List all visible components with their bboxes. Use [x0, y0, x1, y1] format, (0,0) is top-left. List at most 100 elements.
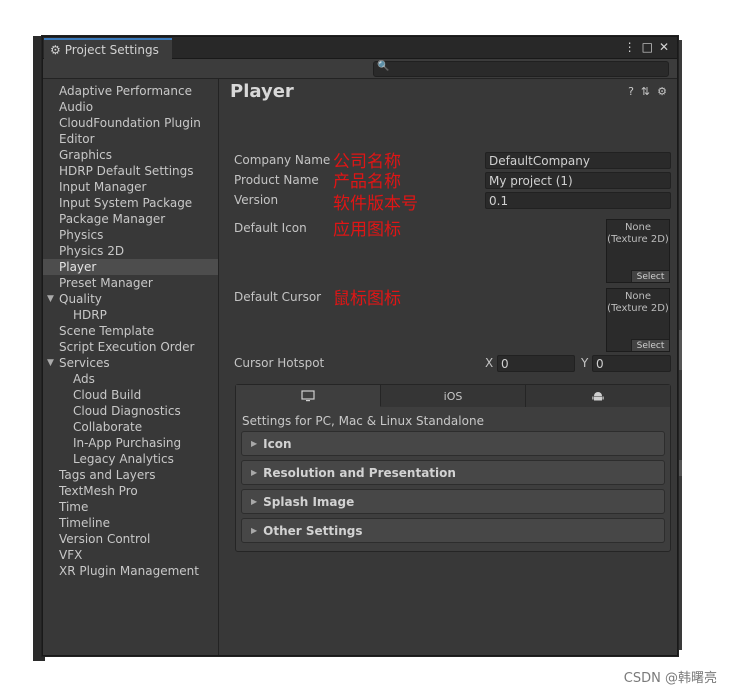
foldout-splash-section[interactable]: ▶ Splash Image — [241, 489, 665, 514]
settings-sidebar: Adaptive Performance Audio CloudFoundation… — [43, 79, 219, 655]
settings-search[interactable]: 🔍 — [373, 61, 669, 77]
sidebar-item-ads[interactable]: Ads — [43, 371, 218, 387]
sidebar-item-xr-plugin-management[interactable]: XR Plugin Management — [43, 563, 218, 579]
page-title: Player — [230, 81, 294, 102]
sidebar-item-label: Legacy Analytics — [73, 452, 174, 466]
version-annotation: 软件版本号 — [333, 194, 418, 214]
sidebar-item-preset-manager[interactable]: Preset Manager — [43, 275, 218, 291]
sidebar-item-physics-2d[interactable]: Physics 2D — [43, 243, 218, 259]
sidebar-item-cloudfoundation-plugin[interactable]: CloudFoundation Plugin — [43, 115, 218, 131]
hotspot-y-field[interactable] — [592, 355, 671, 372]
sidebar-item-label: Collaborate — [73, 420, 143, 434]
sidebar-item-label: Input System Package — [59, 196, 193, 210]
sidebar-item-label: Adaptive Performance — [59, 84, 192, 98]
project-settings-window: ⚙ Project Settings ⋮ □ ✕ 🔍 Adaptive Perf… — [42, 36, 678, 656]
hotspot-y-label: Y — [581, 356, 589, 370]
foldout-icon-section[interactable]: ▶ Icon — [241, 431, 665, 456]
sidebar-item-player[interactable]: Player — [43, 259, 218, 275]
sidebar-item-label: Graphics — [59, 148, 112, 162]
tab-android[interactable] — [526, 385, 670, 407]
sidebar-item-label: Quality — [59, 292, 102, 306]
expand-caret-icon[interactable]: ▼ — [47, 355, 54, 371]
default-icon-slot[interactable]: None (Texture 2D) Select — [606, 219, 670, 283]
sidebar-item-quality[interactable]: ▼ Quality — [43, 291, 218, 307]
sidebar-item-audio[interactable]: Audio — [43, 99, 218, 115]
sidebar-item-input-system-package[interactable]: Input System Package — [43, 195, 218, 211]
hotspot-x-field[interactable] — [497, 355, 575, 372]
sidebar-item-label: Cloud Build — [73, 388, 142, 402]
tab-ios[interactable]: iOS — [381, 385, 526, 407]
sidebar-item-adaptive-performance[interactable]: Adaptive Performance — [43, 83, 218, 99]
tab-standalone[interactable] — [236, 385, 381, 407]
default-cursor-label: Default Cursor — [234, 290, 322, 304]
sidebar-item-timeline[interactable]: Timeline — [43, 515, 218, 531]
sidebar-item-in-app-purchasing[interactable]: In-App Purchasing — [43, 435, 218, 451]
settings-toolbar: 🔍 — [43, 59, 677, 79]
settings-gear-icon[interactable]: ⚙ — [657, 85, 667, 98]
sidebar-item-cloud-build[interactable]: Cloud Build — [43, 387, 218, 403]
cursor-hotspot-label: Cursor Hotspot — [234, 356, 325, 370]
foldout-other-settings-section[interactable]: ▶ Other Settings — [241, 518, 665, 543]
gear-icon: ⚙ — [50, 42, 61, 57]
sidebar-item-editor[interactable]: Editor — [43, 131, 218, 147]
sidebar-item-label: Cloud Diagnostics — [73, 404, 181, 418]
sidebar-item-cloud-diagnostics[interactable]: Cloud Diagnostics — [43, 403, 218, 419]
sidebar-item-label: Preset Manager — [59, 276, 153, 290]
sidebar-item-tags-and-layers[interactable]: Tags and Layers — [43, 467, 218, 483]
tab-title: Project Settings — [64, 42, 159, 57]
expand-caret-icon[interactable]: ▼ — [47, 291, 54, 307]
product-name-field[interactable] — [485, 172, 671, 189]
sidebar-item-label: In-App Purchasing — [73, 436, 182, 450]
sidebar-item-legacy-analytics[interactable]: Legacy Analytics — [43, 451, 218, 467]
default-cursor-select-button[interactable]: Select — [631, 339, 669, 351]
sidebar-item-script-execution-order[interactable]: Script Execution Order — [43, 339, 218, 355]
project-settings-tab[interactable]: ⚙ Project Settings — [44, 38, 172, 59]
product-name-label: Product Name — [234, 173, 319, 187]
help-icon[interactable]: ? — [628, 85, 634, 98]
sidebar-item-label: Script Execution Order — [59, 340, 195, 354]
sidebar-item-scene-template[interactable]: Scene Template — [43, 323, 218, 339]
company-name-field[interactable] — [485, 152, 671, 169]
sidebar-item-graphics[interactable]: Graphics — [43, 147, 218, 163]
sidebar-item-label: Version Control — [59, 532, 151, 546]
foldout-arrow-icon: ▶ — [251, 439, 258, 448]
sidebar-item-label: Physics — [59, 228, 104, 242]
sidebar-item-label: Physics 2D — [59, 244, 125, 258]
default-cursor-annotation: 鼠标图标 — [333, 289, 401, 309]
sidebar-item-label: Player — [59, 260, 97, 274]
sidebar-item-services[interactable]: ▼ Services — [43, 355, 218, 371]
platform-settings-panel: iOS Settings for PC, Mac & Linux Standal… — [235, 384, 671, 552]
tab-ios-label: iOS — [443, 389, 463, 403]
sidebar-item-package-manager[interactable]: Package Manager — [43, 211, 218, 227]
company-name-label: Company Name — [234, 153, 331, 167]
search-input[interactable] — [388, 62, 666, 76]
monitor-icon — [301, 389, 315, 401]
default-icon-texture-label: None (Texture 2D) — [607, 222, 669, 245]
sidebar-item-label: Tags and Layers — [59, 468, 156, 482]
default-icon-select-button[interactable]: Select — [631, 270, 669, 282]
default-cursor-slot[interactable]: None (Texture 2D) Select — [606, 288, 670, 352]
default-cursor-texture-label: None (Texture 2D) — [607, 291, 669, 314]
sidebar-item-hdrp[interactable]: HDRP — [43, 307, 218, 323]
foldout-resolution-section[interactable]: ▶ Resolution and Presentation — [241, 460, 665, 485]
sidebar-item-hdrp-default-settings[interactable]: HDRP Default Settings — [43, 163, 218, 179]
sidebar-item-label: XR Plugin Management — [59, 564, 199, 578]
sidebar-item-label: HDRP Default Settings — [59, 164, 194, 178]
more-options-icon[interactable]: ⋮ — [624, 40, 636, 54]
sidebar-item-version-control[interactable]: Version Control — [43, 531, 218, 547]
maximize-icon[interactable]: □ — [642, 40, 653, 54]
android-icon — [592, 392, 604, 401]
sidebar-item-input-manager[interactable]: Input Manager — [43, 179, 218, 195]
sidebar-item-textmesh-pro[interactable]: TextMesh Pro — [43, 483, 218, 499]
sidebar-item-time[interactable]: Time — [43, 499, 218, 515]
close-icon[interactable]: ✕ — [659, 40, 669, 54]
preset-icon[interactable]: ⇅ — [641, 85, 650, 98]
sidebar-item-label: Ads — [73, 372, 95, 386]
version-field[interactable] — [485, 192, 671, 209]
sidebar-item-vfx[interactable]: VFX — [43, 547, 218, 563]
sidebar-item-label: Services — [59, 356, 110, 370]
sidebar-item-label: Package Manager — [59, 212, 166, 226]
sidebar-item-physics[interactable]: Physics — [43, 227, 218, 243]
sidebar-item-label: VFX — [59, 548, 83, 562]
sidebar-item-collaborate[interactable]: Collaborate — [43, 419, 218, 435]
